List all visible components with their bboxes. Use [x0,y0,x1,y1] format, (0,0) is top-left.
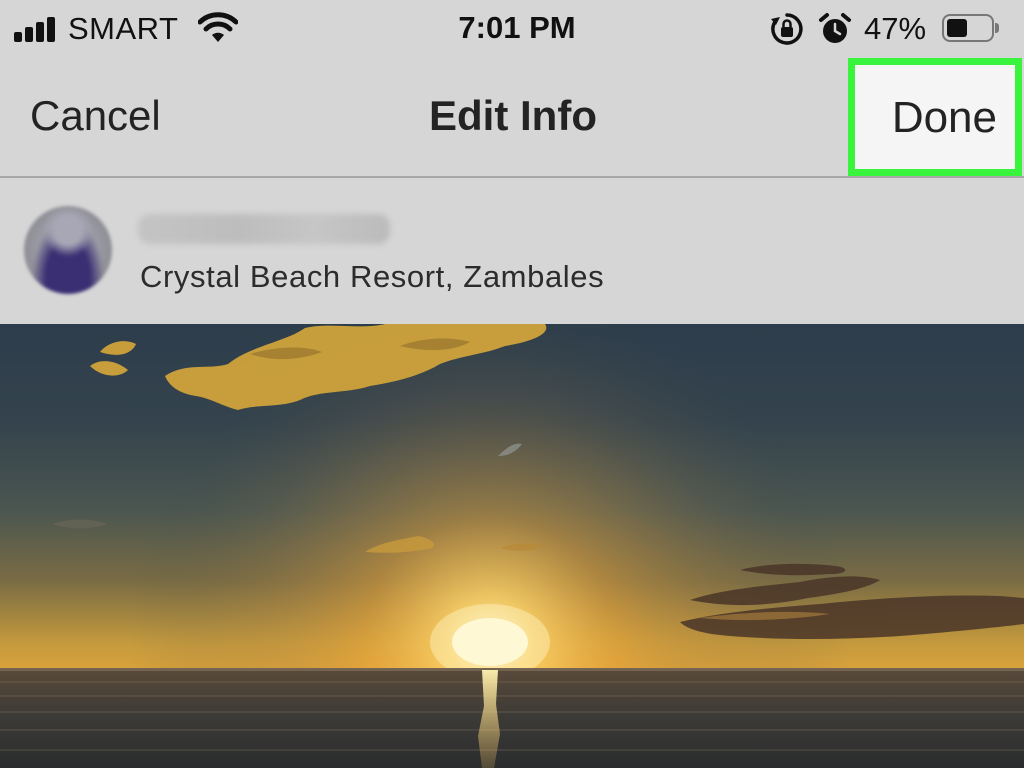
alarm-clock-icon [819,13,851,43]
navigation-bar: Cancel Edit Info Done [0,58,1024,178]
edit-info-screen: SMART 7:01 PM 47% Cancel Edit Info Done … [0,0,1024,768]
done-button-label: Done [891,93,997,142]
battery-icon [942,14,1000,44]
username-redacted[interactable] [138,214,390,244]
status-bar: SMART 7:01 PM 47% [0,0,1024,58]
done-button[interactable]: Done [848,58,1022,176]
sunset-photo [0,324,1024,768]
battery-percentage: 47% [864,11,927,46]
sunset-photo-art [0,324,1024,768]
avatar[interactable] [24,206,112,294]
orientation-lock-icon [771,13,803,45]
post-header: Crystal Beach Resort, Zambales [0,178,1024,324]
location-label[interactable]: Crystal Beach Resort, Zambales [140,258,604,296]
